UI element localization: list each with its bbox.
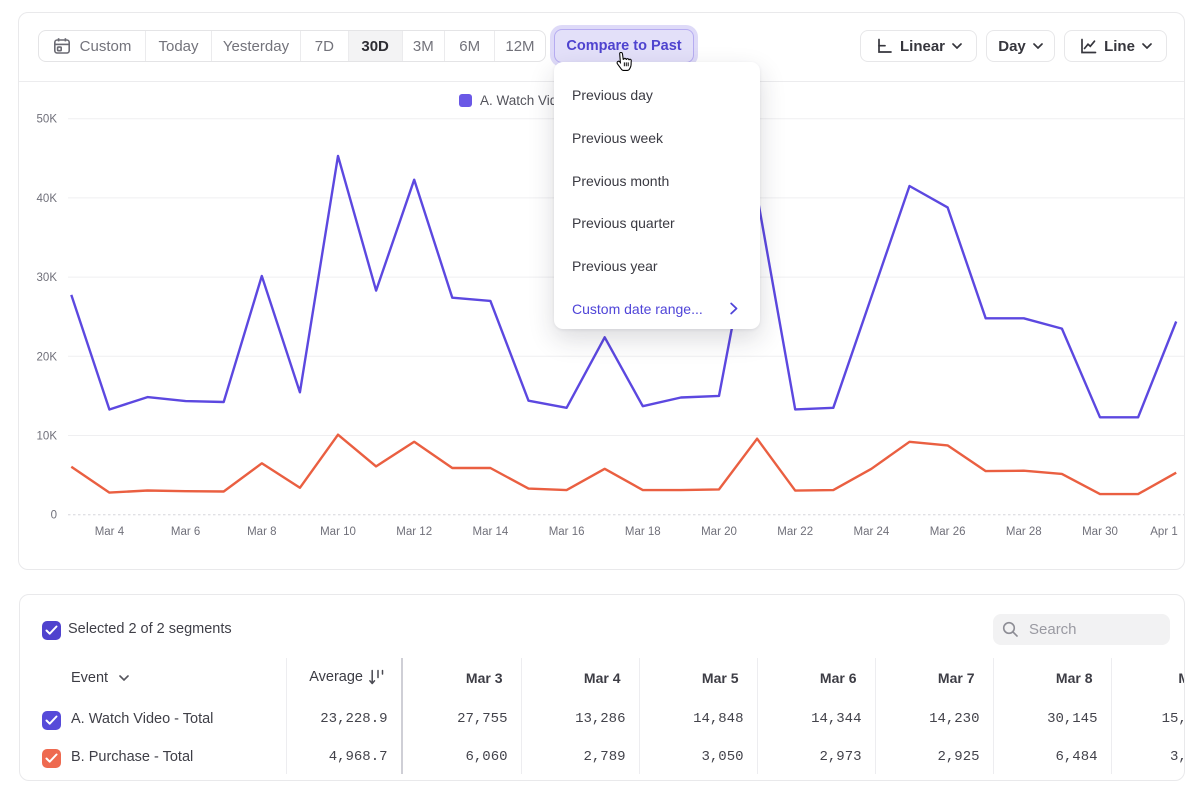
svg-text:50K: 50K — [37, 114, 58, 126]
svg-text:20K: 20K — [37, 351, 58, 363]
svg-text:Mar 16: Mar 16 — [549, 526, 585, 538]
svg-text:Mar 22: Mar 22 — [777, 526, 813, 538]
svg-text:Mar 28: Mar 28 — [1006, 526, 1042, 538]
svg-text:Mar 12: Mar 12 — [396, 526, 432, 538]
svg-text:40K: 40K — [37, 193, 58, 205]
svg-text:Mar 20: Mar 20 — [701, 526, 737, 538]
svg-text:Mar 10: Mar 10 — [320, 526, 356, 538]
svg-text:30K: 30K — [37, 272, 58, 284]
svg-text:Mar 8: Mar 8 — [247, 526, 276, 538]
svg-text:10K: 10K — [37, 431, 58, 443]
svg-text:Mar 30: Mar 30 — [1082, 526, 1118, 538]
svg-text:Mar 24: Mar 24 — [854, 526, 890, 538]
svg-text:0: 0 — [51, 510, 57, 522]
svg-text:Mar 6: Mar 6 — [171, 526, 200, 538]
svg-text:Apr 1: Apr 1 — [1150, 526, 1178, 538]
svg-text:Mar 14: Mar 14 — [473, 526, 509, 538]
svg-text:Mar 26: Mar 26 — [930, 526, 966, 538]
svg-text:Mar 4: Mar 4 — [95, 526, 125, 538]
svg-text:Mar 18: Mar 18 — [625, 526, 661, 538]
